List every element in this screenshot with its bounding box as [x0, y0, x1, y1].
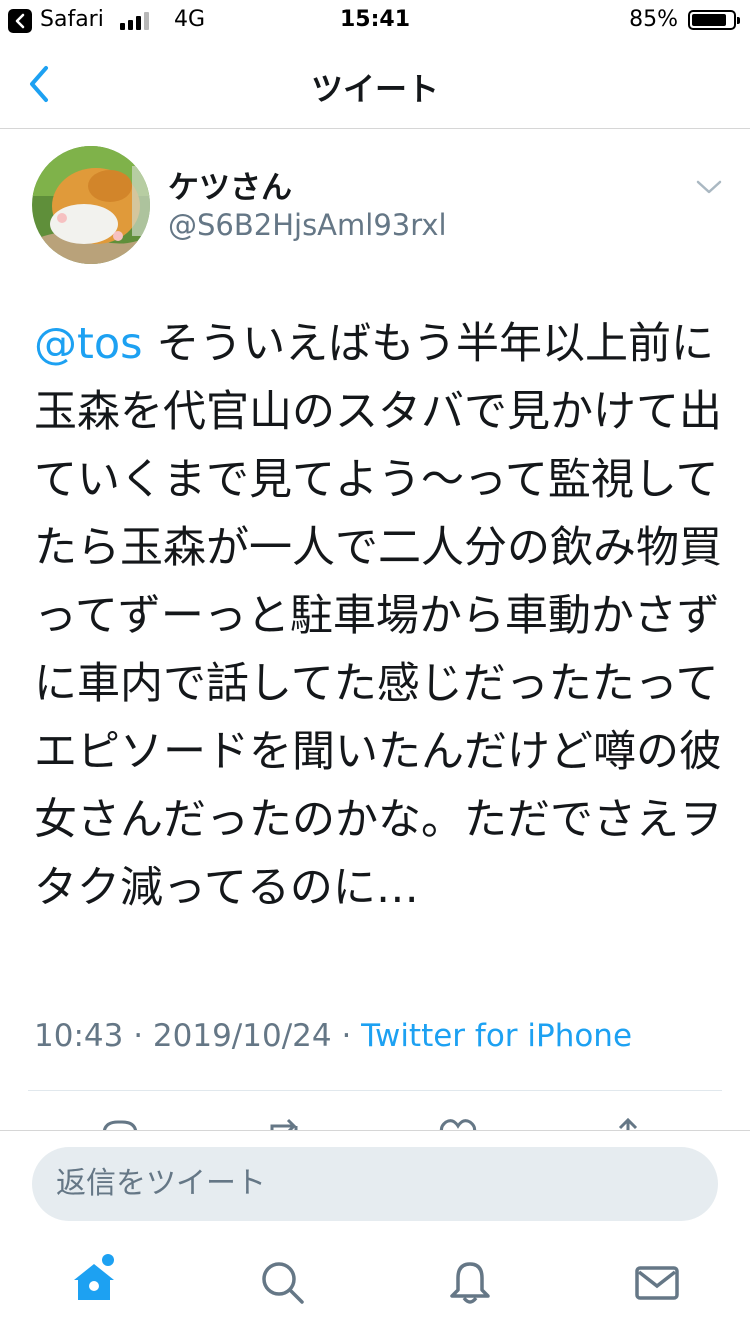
tab-notifications[interactable] [440, 1252, 500, 1312]
reply-input[interactable] [32, 1147, 718, 1221]
author-name[interactable]: ケツさん [168, 162, 292, 207]
search-icon [262, 1262, 304, 1304]
tweet-options-button[interactable] [694, 176, 724, 198]
retweet-action-icon[interactable] [264, 1116, 304, 1130]
reply-composer [0, 1130, 750, 1231]
like-action-icon[interactable] [438, 1116, 478, 1130]
back-button[interactable] [22, 62, 58, 106]
meta-separator: · [331, 1018, 362, 1054]
chevron-down-icon [696, 180, 722, 194]
mention-link[interactable]: @tos [34, 319, 143, 369]
tweet-time: 10:43 [34, 1018, 124, 1054]
battery-percent: 85% [629, 7, 678, 32]
tab-search[interactable] [252, 1252, 312, 1312]
chevron-left-icon [30, 66, 48, 102]
tweet-actions [0, 1108, 750, 1130]
navigation-bar: ツイート [0, 40, 750, 129]
tab-home[interactable] [64, 1252, 124, 1312]
meta-separator: · [123, 1018, 153, 1054]
tweet-body: そういえばもう半年以上前に玉森を代官山のスタバで見かけて出ていくまで見てよう〜っ… [34, 319, 722, 913]
page-title: ツイート [310, 70, 439, 108]
tweet-source-link[interactable]: Twitter for iPhone [361, 1018, 632, 1054]
share-action-icon[interactable] [608, 1116, 648, 1130]
tab-bar [0, 1234, 750, 1334]
status-bar: Safari 4G 15:41 85% [0, 0, 750, 40]
avatar[interactable] [32, 146, 150, 264]
reply-action-icon[interactable] [100, 1116, 140, 1130]
tweet-text: @tos そういえばもう半年以上前に玉森を代官山のスタバで見かけて出ていくまで見… [34, 310, 724, 922]
envelope-icon [635, 1266, 679, 1300]
new-tweets-indicator [102, 1254, 114, 1266]
tweet-meta: 10:43 · 2019/10/24 · Twitter for iPhone [34, 1018, 632, 1054]
tweet-date: 2019/10/24 [152, 1018, 332, 1054]
bell-icon [450, 1262, 490, 1304]
battery-icon [688, 10, 740, 30]
divider [28, 1090, 722, 1091]
author-handle[interactable]: @S6B2HjsAml93rxl [168, 208, 447, 242]
tab-messages[interactable] [627, 1252, 687, 1312]
avatar-image [32, 146, 150, 264]
